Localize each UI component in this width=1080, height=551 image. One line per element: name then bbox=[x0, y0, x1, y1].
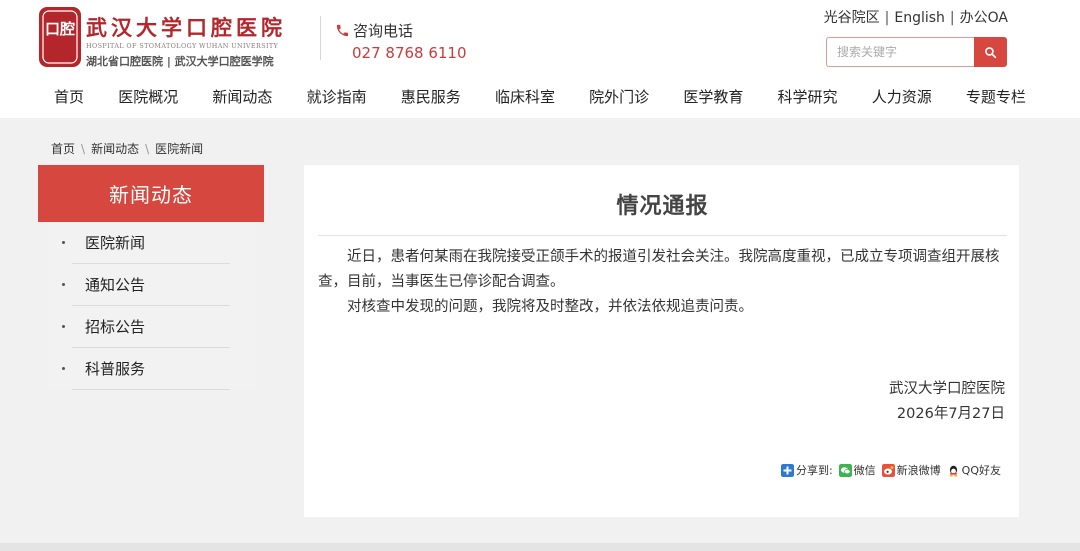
link-separator: | bbox=[949, 10, 955, 26]
sidebar-item-tenders[interactable]: 招标公告 bbox=[62, 306, 230, 348]
nav-hr[interactable]: 人力资源 bbox=[856, 84, 948, 109]
header-divider bbox=[320, 16, 321, 60]
sidebar-item-hospital-news[interactable]: 医院新闻 bbox=[62, 222, 230, 264]
wechat-icon bbox=[838, 463, 852, 477]
hospital-logo[interactable]: 口腔 武汉大学口腔医院 HOSPITAL OF STOMATOLOGY WUHA… bbox=[38, 6, 300, 70]
footer-bar bbox=[0, 543, 1080, 551]
share-weibo-label: 新浪微博 bbox=[896, 464, 941, 477]
phone-icon bbox=[336, 24, 349, 37]
share-wechat[interactable]: 微信 bbox=[838, 462, 876, 478]
logo-chinese-name: 武汉大学口腔医院 bbox=[86, 15, 286, 40]
article-signature: 武汉大学口腔医院 2026年7月27日 bbox=[889, 377, 1005, 427]
breadcrumb-separator: \ bbox=[81, 142, 86, 156]
share-plus-icon bbox=[780, 463, 794, 477]
nav-outpatient[interactable]: 院外门诊 bbox=[573, 84, 665, 109]
nav-home[interactable]: 首页 bbox=[38, 84, 100, 109]
breadcrumb: 首页 \ 新闻动态 \ 医院新闻 bbox=[51, 140, 203, 157]
hotline-number: 027 8768 6110 bbox=[352, 44, 467, 62]
search-box bbox=[826, 37, 1007, 67]
nav-public-service[interactable]: 惠民服务 bbox=[385, 84, 477, 109]
nav-clinical-departments[interactable]: 临床科室 bbox=[479, 84, 571, 109]
sidebar-item-science[interactable]: 科普服务 bbox=[62, 348, 230, 390]
signature-date: 2026年7月27日 bbox=[896, 406, 1005, 422]
article-paragraph: 对核查中发现的问题，我院将及时整改，并依法依规追责问责。 bbox=[347, 299, 753, 315]
sidebar-item-notices[interactable]: 通知公告 bbox=[62, 264, 230, 306]
share-more[interactable]: 分享到: bbox=[780, 462, 833, 478]
search-button[interactable] bbox=[974, 37, 1007, 67]
nav-research[interactable]: 科学研究 bbox=[762, 84, 854, 109]
title-divider bbox=[318, 235, 1007, 236]
link-office-oa[interactable]: 办公OA bbox=[960, 10, 1008, 26]
breadcrumb-hospital-news[interactable]: 医院新闻 bbox=[155, 142, 203, 156]
sidebar-menu: 医院新闻 通知公告 招标公告 科普服务 bbox=[48, 222, 256, 390]
sidebar-title: 新闻动态 bbox=[38, 165, 264, 222]
share-qq-label: QQ好友 bbox=[961, 464, 1001, 477]
qq-icon bbox=[946, 463, 960, 477]
nav-news[interactable]: 新闻动态 bbox=[196, 84, 288, 109]
share-qq[interactable]: QQ好友 bbox=[946, 462, 1001, 478]
hotline-label: 咨询电话 bbox=[353, 22, 414, 40]
weibo-icon bbox=[881, 463, 895, 477]
article-paragraph: 近日，患者何某雨在我院接受正颌手术的报道引发社会关注。我院高度重视，已成立专项调… bbox=[318, 249, 1000, 290]
search-input[interactable] bbox=[826, 37, 974, 67]
link-separator: | bbox=[884, 10, 890, 26]
share-wechat-label: 微信 bbox=[853, 464, 876, 477]
nav-education[interactable]: 医学教育 bbox=[667, 84, 759, 109]
article-title: 情况通报 bbox=[616, 194, 709, 219]
share-bar: 分享到: 微信 新浪微博 QQ好友 bbox=[775, 462, 1001, 478]
seal-char-1: 口腔 bbox=[45, 20, 75, 38]
breadcrumb-home[interactable]: 首页 bbox=[51, 142, 75, 156]
signature-org: 武汉大学口腔医院 bbox=[889, 381, 1005, 397]
article-body: 近日，患者何某雨在我院接受正颌手术的报道引发社会关注。我院高度重视，已成立专项调… bbox=[318, 245, 1007, 320]
share-weibo[interactable]: 新浪微博 bbox=[881, 462, 941, 478]
nav-about[interactable]: 医院概况 bbox=[102, 84, 194, 109]
main-nav: 首页 医院概况 新闻动态 就诊指南 惠民服务 临床科室 院外门诊 医学教育 科学… bbox=[38, 84, 1042, 109]
breadcrumb-separator: \ bbox=[145, 142, 150, 156]
share-label: 分享到: bbox=[795, 464, 833, 477]
link-guanggu-campus[interactable]: 光谷院区 bbox=[824, 10, 880, 26]
link-english[interactable]: English bbox=[894, 10, 945, 26]
nav-special-topics[interactable]: 专题专栏 bbox=[950, 84, 1042, 109]
nav-visit-guide[interactable]: 就诊指南 bbox=[291, 84, 383, 109]
top-links: 光谷院区 | English | 办公OA bbox=[824, 7, 1008, 27]
logo-seal-icon: 口腔 bbox=[39, 7, 81, 67]
site-header: 口腔 武汉大学口腔医院 HOSPITAL OF STOMATOLOGY WUHA… bbox=[0, 0, 1080, 118]
logo-subtitle: 湖北省口腔医院 | 武汉大学口腔医学院 bbox=[86, 55, 274, 68]
search-icon bbox=[985, 46, 997, 58]
article-panel: 情况通报 近日，患者何某雨在我院接受正颌手术的报道引发社会关注。我院高度重视，已… bbox=[304, 165, 1019, 517]
hotline: 咨询电话 027 8768 6110 bbox=[335, 20, 467, 62]
breadcrumb-news[interactable]: 新闻动态 bbox=[91, 142, 139, 156]
logo-english-name: HOSPITAL OF STOMATOLOGY WUHAN UNIVERSITY bbox=[86, 42, 279, 50]
